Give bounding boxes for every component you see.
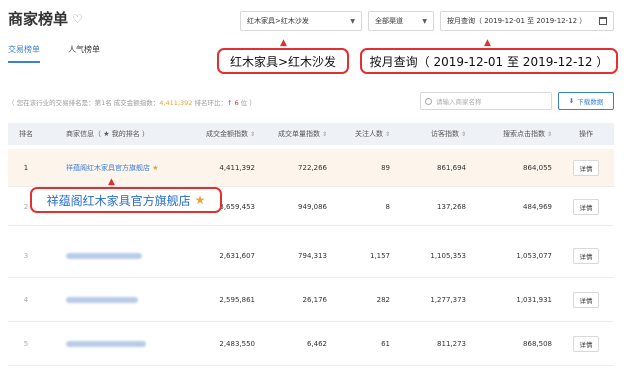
- row-visitors: 1,105,353: [430, 251, 466, 260]
- row-followers: 61: [381, 339, 390, 348]
- chevron-down-icon: ▼: [350, 17, 355, 25]
- blurred-shop-name: [66, 340, 146, 347]
- blurred-shop-name: [66, 296, 138, 303]
- date-range-select[interactable]: 按月查询（ 2019-12-01 至 2019-12-12 ）: [440, 11, 614, 31]
- row-amount: 4,411,392: [219, 163, 255, 172]
- star-icon: ★: [194, 193, 206, 207]
- header-rank: 排名: [19, 130, 33, 138]
- arrow-up-icon: ▲: [280, 38, 287, 48]
- shop-search-input[interactable]: 请输入商家名称: [420, 92, 552, 110]
- row-search: 864,055: [523, 163, 552, 172]
- search-icon: [425, 97, 432, 105]
- row-search: 484,969: [523, 202, 552, 211]
- blurred-shop-name: [66, 252, 142, 259]
- header-action: 操作: [579, 130, 593, 138]
- detail-button[interactable]: 详情: [573, 291, 599, 308]
- row-rank: 3: [23, 251, 29, 260]
- info-mid: 排名环比：: [192, 99, 227, 107]
- row-orders: 6,462: [306, 339, 327, 348]
- row-amount: 2,595,861: [219, 295, 255, 304]
- row-orders: 722,266: [298, 163, 327, 172]
- row-rank: 5: [23, 339, 29, 348]
- category-select-value: 红木家具>红木沙发: [247, 17, 309, 25]
- header-shop: 商家信息（ ★ 我的排名 ）: [66, 130, 149, 138]
- callout-shop-text: 祥蕴阁红木家具官方旗舰店: [46, 193, 191, 208]
- callout-date: 按月查询（ 2019-12-01 至 2019-12-12 ）: [360, 48, 618, 74]
- arrow-up-icon: ▲: [484, 38, 491, 48]
- category-select[interactable]: 红木家具>红木沙发 ▼: [240, 11, 362, 31]
- table-row: 1 祥蕴阁红木家具官方旗舰店 ★ 4,411,392 722,266 89 86…: [8, 149, 614, 187]
- heart-icon[interactable]: ♡: [72, 12, 83, 26]
- info-prefix: （ 您在该行业的交易排名是：第1名 成交金额指数：: [8, 99, 160, 107]
- star-icon: ★: [152, 163, 159, 172]
- info-amount: 4,411,392: [159, 99, 193, 107]
- row-orders: 26,176: [302, 295, 328, 304]
- detail-button[interactable]: 详情: [573, 159, 599, 176]
- info-suffix: 位 ）: [238, 99, 256, 107]
- row-followers: 89: [381, 163, 390, 172]
- header-search[interactable]: 搜索点击指数 ⇕: [472, 129, 558, 139]
- row-amount: 2,631,607: [219, 251, 255, 260]
- arrow-up-icon: ▲: [108, 177, 115, 187]
- row-rank: 1: [23, 163, 29, 172]
- tab-popularity-ranking[interactable]: 人气榜单: [68, 44, 100, 63]
- tab-trade-ranking[interactable]: 交易榜单: [8, 44, 40, 63]
- header-followers[interactable]: 关注人数 ⇕: [333, 129, 396, 139]
- row-rank: 4: [23, 295, 29, 304]
- row-followers: 282: [376, 295, 390, 304]
- row-amount: 2,483,550: [219, 339, 255, 348]
- sort-icon: ⇕: [460, 130, 466, 138]
- row-search: 1,053,077: [516, 251, 552, 260]
- download-button[interactable]: ⬇ 下载数据: [558, 92, 614, 110]
- table-row: 3 2,631,607 794,313 1,157 1,105,353 1,05…: [8, 234, 614, 278]
- row-search: 1,031,931: [516, 295, 552, 304]
- row-shop[interactable]: [44, 340, 178, 347]
- page-title: 商家榜单 ♡: [8, 8, 83, 29]
- row-visitors: 137,268: [437, 202, 466, 211]
- info-trend: ↑ 6: [226, 99, 239, 107]
- sort-icon: ⇕: [546, 130, 552, 138]
- header-visitors[interactable]: 访客指数 ⇕: [396, 129, 472, 139]
- detail-button[interactable]: 详情: [573, 335, 599, 352]
- row-shop[interactable]: [44, 252, 178, 259]
- row-followers: 8: [385, 202, 390, 211]
- tab-bar: 交易榜单 人气榜单: [8, 44, 100, 63]
- table-row: 5 2,483,550 6,462 61 811,273 868,508 详情: [8, 322, 614, 366]
- channel-select-value: 全部渠道: [375, 17, 403, 25]
- page: 商家榜单 ♡ 红木家具>红木沙发 ▼ 全部渠道 ▼ 按月查询（ 2019-12-…: [0, 0, 628, 374]
- detail-button[interactable]: 详情: [573, 247, 599, 264]
- detail-button[interactable]: 详情: [573, 198, 599, 215]
- chevron-down-icon: ▼: [422, 17, 427, 25]
- sort-icon: ⇕: [321, 130, 327, 138]
- sort-icon: ⇕: [249, 130, 255, 138]
- row-search: 868,508: [523, 339, 552, 348]
- ranking-info: （ 您在该行业的交易排名是：第1名 成交金额指数：4,411,392 排名环比：…: [8, 97, 256, 107]
- table-header: 排名 商家信息（ ★ 我的排名 ） 成交金额指数 ⇕ 成交单量指数 ⇕ 关注人数 ⇕ …: [8, 123, 614, 145]
- table-row: 4 2,595,861 26,176 282 1,277,373 1,031,9…: [8, 278, 614, 322]
- row-orders: 794,313: [298, 251, 327, 260]
- row-followers: 1,157: [369, 251, 390, 260]
- sort-icon: ⇕: [384, 130, 390, 138]
- row-shop[interactable]: [44, 296, 178, 303]
- row-visitors: 1,277,373: [430, 295, 466, 304]
- header-amount[interactable]: 成交金额指数 ⇕: [178, 129, 261, 139]
- row-orders: 949,086: [298, 202, 327, 211]
- download-label: 下载数据: [577, 98, 604, 106]
- callout-shop: 祥蕴阁红木家具官方旗舰店 ★: [30, 187, 222, 213]
- row-visitors: 811,273: [437, 339, 466, 348]
- page-title-text: 商家榜单: [8, 10, 69, 28]
- channel-select[interactable]: 全部渠道 ▼: [368, 11, 434, 31]
- search-placeholder: 请输入商家名称: [436, 98, 482, 106]
- row-visitors: 861,694: [437, 163, 466, 172]
- calendar-icon: [599, 17, 607, 25]
- download-icon: ⬇: [568, 97, 575, 105]
- date-range-value: 按月查询（ 2019-12-01 至 2019-12-12 ）: [447, 17, 587, 25]
- callout-category: 红木家具>红木沙发: [217, 48, 349, 74]
- header-orders[interactable]: 成交单量指数 ⇕: [261, 129, 333, 139]
- row-shop[interactable]: 祥蕴阁红木家具官方旗舰店 ★: [44, 163, 178, 173]
- shop-link: 祥蕴阁红木家具官方旗舰店: [66, 163, 150, 172]
